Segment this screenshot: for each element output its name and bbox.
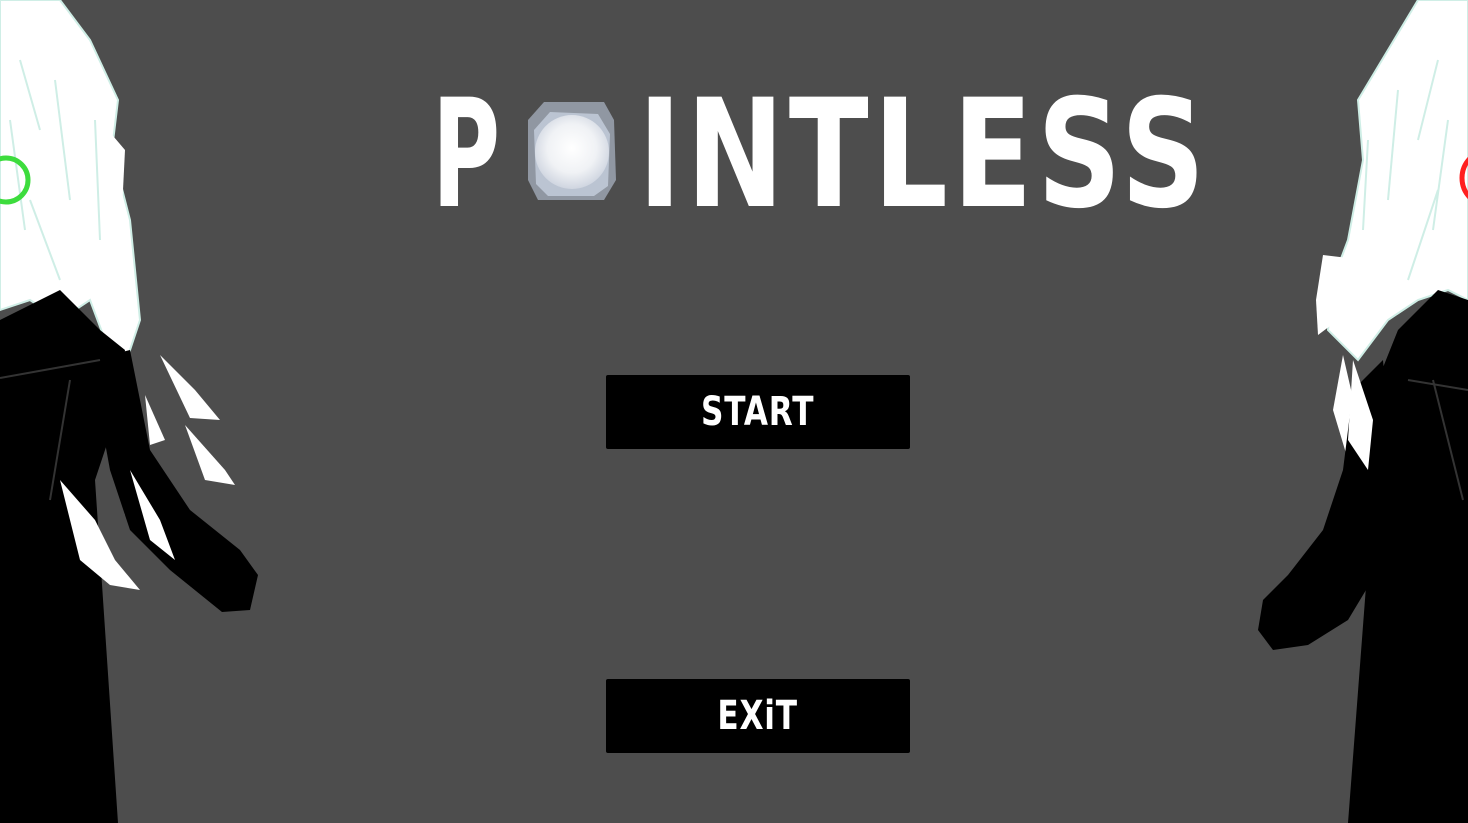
game-title-logo: P INTLESS <box>432 68 1205 242</box>
exit-button-label: EXiT <box>717 693 799 739</box>
title-letter-p: P <box>432 68 501 242</box>
start-button-label: START <box>701 389 815 435</box>
exit-button[interactable]: EXiT <box>606 679 910 753</box>
logo-ball-icon <box>528 102 616 200</box>
title-letters-intless: INTLESS <box>638 68 1210 242</box>
left-character-art <box>0 0 258 823</box>
start-button[interactable]: START <box>606 375 910 449</box>
main-menu-screen: P INTLESS START EXiT <box>0 0 1468 823</box>
